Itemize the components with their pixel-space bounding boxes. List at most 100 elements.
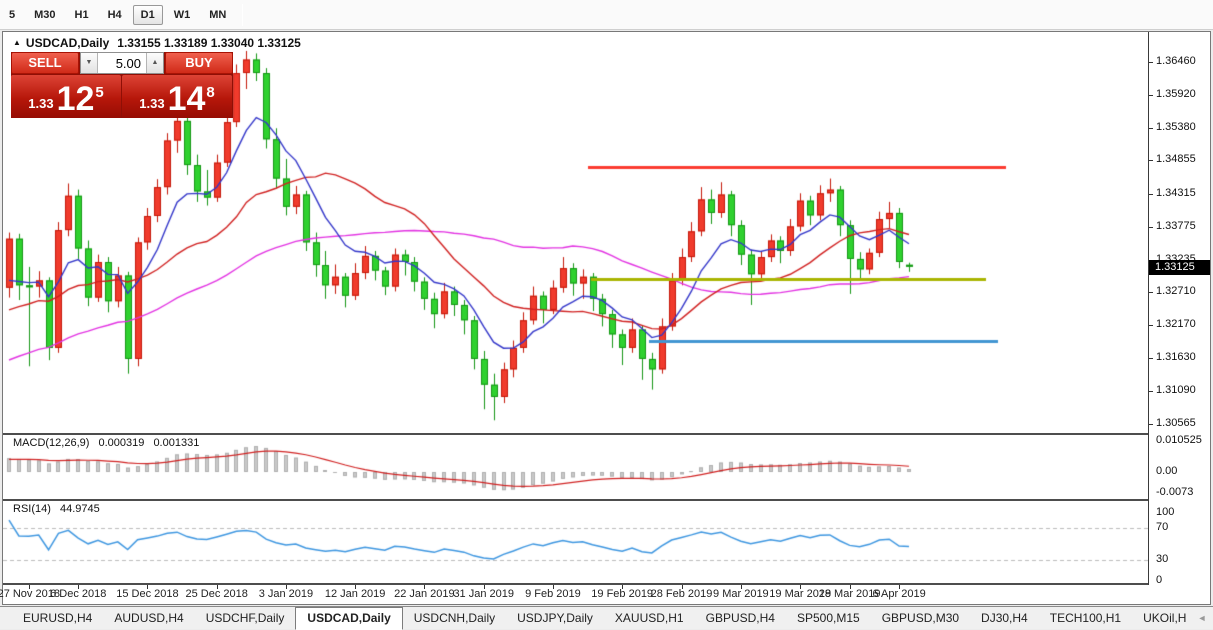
volume-increase-icon[interactable]: ▲ [146, 53, 163, 73]
sell-price-tile[interactable]: 1.33 12 5 [11, 75, 121, 118]
price-axis-label: 1.33775 [1156, 220, 1196, 232]
date-axis-tick [899, 585, 900, 589]
one-click-trade-panel: SELL ▼ ▲ BUY 1.33 12 5 1.33 14 8 [11, 52, 233, 118]
chart-title: ▲ USDCAD,Daily 1.33155 1.33189 1.33040 1.3… [13, 36, 301, 50]
date-axis[interactable]: 27 Nov 20186 Dec 201815 Dec 201825 Dec 2… [3, 585, 1210, 604]
date-axis-tick [553, 585, 554, 589]
collapse-icon[interactable]: ▲ [13, 38, 21, 47]
date-axis-tick [147, 585, 148, 589]
timeframe-button-m30[interactable]: M30 [26, 5, 63, 25]
tab-xauusd[interactable]: XAUUSD,H1 [604, 608, 695, 629]
date-axis-tick [484, 585, 485, 589]
price-axis-tick [1149, 292, 1153, 293]
date-axis-label: 6 Dec 2018 [50, 588, 106, 600]
price-axis-label: 1.35380 [1156, 121, 1196, 133]
date-axis-label: 28 Feb 2019 [651, 588, 713, 600]
date-axis-label: 6 Apr 2019 [872, 588, 925, 600]
price-axis-label: 1.34855 [1156, 153, 1196, 165]
date-axis-label: 15 Dec 2018 [116, 588, 178, 600]
tab-eurusd[interactable]: EURUSD,H4 [12, 608, 103, 629]
rsi-axis-label: 100 [1156, 506, 1174, 518]
buy-price-big: 14 [168, 84, 206, 114]
volume-input[interactable] [98, 53, 146, 73]
date-axis-label: 28 Mar 2019 [819, 588, 881, 600]
price-axis-tick [1149, 62, 1153, 63]
tab-gbpusd[interactable]: GBPUSD,H4 [695, 608, 786, 629]
price-axis-tick [1149, 128, 1153, 129]
volume-stepper: ▼ ▲ [80, 52, 164, 74]
timeframe-button-d1[interactable]: D1 [133, 5, 163, 25]
macd-signal-value: 0.001331 [153, 437, 199, 449]
date-axis-label: 9 Mar 2019 [713, 588, 769, 600]
date-axis-tick [286, 585, 287, 589]
timeframe-button-5[interactable]: 5 [1, 5, 23, 25]
tab-dj30[interactable]: DJ30,H4 [970, 608, 1039, 629]
rsi-axis-label: 70 [1156, 521, 1168, 533]
price-axis-label: 1.30565 [1156, 417, 1196, 429]
date-axis-tick [622, 585, 623, 589]
timeframe-button-mn[interactable]: MN [201, 5, 234, 25]
date-axis-tick [29, 585, 30, 589]
tab-ukoil[interactable]: UKOil,H [1132, 608, 1197, 629]
price-axis-label: 1.32710 [1156, 285, 1196, 297]
price-axis-tick [1149, 325, 1153, 326]
macd-axis-label: 0.00 [1156, 465, 1177, 477]
date-axis-label: 31 Jan 2019 [453, 588, 514, 600]
timeframe-button-h4[interactable]: H4 [100, 5, 130, 25]
rsi-chart-canvas[interactable] [3, 501, 1148, 583]
toolbar-separator [242, 4, 243, 26]
tab-usdchf[interactable]: USDCHF,Daily [195, 608, 296, 629]
buy-price-sup: 8 [206, 84, 214, 101]
timeframe-button-h1[interactable]: H1 [67, 5, 97, 25]
macd-axis-label: -0.0073 [1156, 486, 1193, 498]
price-axis-tick [1149, 227, 1153, 228]
symbol-tab-bar: EURUSD,H4AUDUSD,H4USDCHF,DailyUSDCAD,Dai… [0, 606, 1213, 629]
timeframe-toolbar: 5M30H1H4D1W1MN [0, 0, 1213, 30]
volume-decrease-icon[interactable]: ▼ [81, 53, 98, 73]
tab-usdcad[interactable]: USDCAD,Daily [295, 607, 402, 630]
tab-sp500[interactable]: SP500,M15 [786, 608, 871, 629]
buy-price-tile[interactable]: 1.33 14 8 [122, 75, 232, 118]
trade-panel-top-row: SELL ▼ ▲ BUY [11, 52, 233, 74]
rsi-label: RSI(14) 44.9745 [13, 503, 106, 515]
rsi-axis-label: 30 [1156, 553, 1168, 565]
date-axis-label: 3 Jan 2019 [259, 588, 313, 600]
tab-usdcnh[interactable]: USDCNH,Daily [403, 608, 506, 629]
tab-gbpusd[interactable]: GBPUSD,M30 [871, 608, 970, 629]
macd-axis-label: 0.010525 [1156, 434, 1202, 446]
date-axis-label: 25 Dec 2018 [185, 588, 247, 600]
timeframe-button-w1[interactable]: W1 [166, 5, 199, 25]
date-axis-tick [682, 585, 683, 589]
sell-price-big: 12 [57, 84, 95, 114]
buy-button[interactable]: BUY [165, 52, 233, 74]
price-axis-label: 1.34315 [1156, 187, 1196, 199]
price-axis-label: 1.32170 [1156, 318, 1196, 330]
sell-price-prefix: 1.33 [28, 96, 53, 111]
sell-price-sup: 5 [95, 84, 103, 101]
tab-usdjpy[interactable]: USDJPY,Daily [506, 608, 604, 629]
tab-audusd[interactable]: AUDUSD,H4 [103, 608, 194, 629]
tab-tech100[interactable]: TECH100,H1 [1039, 608, 1132, 629]
date-axis-tick [800, 585, 801, 589]
price-axis-tick [1149, 95, 1153, 96]
date-axis-label: 12 Jan 2019 [325, 588, 386, 600]
sell-button[interactable]: SELL [11, 52, 79, 74]
price-axis-tick [1149, 424, 1153, 425]
trade-panel-price-row: 1.33 12 5 1.33 14 8 [11, 75, 233, 118]
price-axis-label: 1.35920 [1156, 88, 1196, 100]
date-axis-label: 19 Feb 2019 [591, 588, 653, 600]
date-axis-tick [424, 585, 425, 589]
macd-label: MACD(12,26,9) 0.000319 0.001331 [13, 437, 205, 449]
date-axis-label: 9 Feb 2019 [525, 588, 581, 600]
macd-main-value: 0.000319 [98, 437, 144, 449]
price-axis-label: 1.31630 [1156, 351, 1196, 363]
scroll-left-icon[interactable]: ◄ [1197, 613, 1206, 623]
date-axis-tick [355, 585, 356, 589]
price-axis-tick [1149, 358, 1153, 359]
date-axis-tick [78, 585, 79, 589]
chart-symbol: USDCAD,Daily [26, 36, 109, 50]
chart-ohlc-values: 1.33155 1.33189 1.33040 1.33125 [117, 36, 301, 50]
price-scale[interactable]: 1.364601.359201.353801.348551.343151.337… [1149, 32, 1210, 585]
buy-price-prefix: 1.33 [139, 96, 164, 111]
tab-scroll-arrows: ◄► [1197, 613, 1213, 623]
